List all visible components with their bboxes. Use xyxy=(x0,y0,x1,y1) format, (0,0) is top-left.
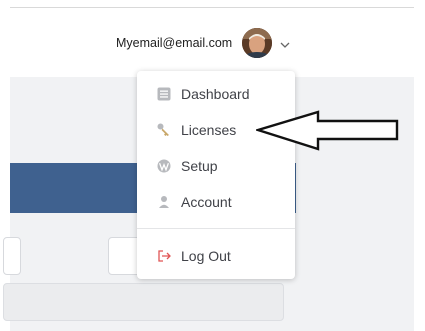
menu-item-account[interactable]: Account xyxy=(137,186,295,218)
menu-label-licenses: Licenses xyxy=(181,122,237,138)
menu-label-dashboard: Dashboard xyxy=(181,86,250,102)
menu-label-setup: Setup xyxy=(181,158,218,174)
chevron-down-icon[interactable] xyxy=(279,37,291,48)
user-email: Myemail@email.com xyxy=(116,36,233,50)
input-field-wide[interactable] xyxy=(3,283,284,321)
menu-divider xyxy=(137,228,295,229)
menu-label-logout: Log Out xyxy=(181,248,231,264)
input-field-left[interactable] xyxy=(3,237,21,275)
user-avatar-image xyxy=(242,28,272,58)
menu-item-setup[interactable]: Setup xyxy=(137,150,295,182)
menu-item-dashboard[interactable]: Dashboard xyxy=(137,78,295,110)
key-icon xyxy=(157,123,169,136)
menu-label-account: Account xyxy=(181,194,232,210)
user-icon xyxy=(159,196,169,208)
account-dropdown-menu: Dashboard Licenses Setup Account Log Out xyxy=(137,71,295,279)
arrow-left-icon xyxy=(256,110,399,151)
avatar[interactable] xyxy=(242,28,272,58)
dashboard-icon xyxy=(157,87,171,101)
logout-icon xyxy=(158,250,171,262)
menu-item-logout[interactable]: Log Out xyxy=(137,240,295,272)
top-divider xyxy=(10,7,414,8)
wordpress-icon xyxy=(157,159,171,173)
